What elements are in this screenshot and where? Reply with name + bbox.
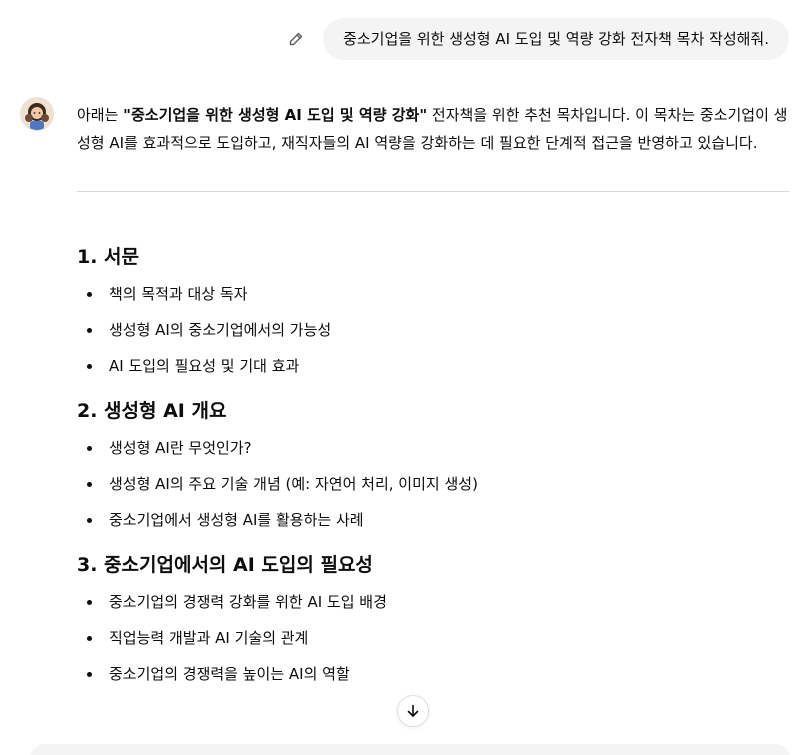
list-item-text: AI 도입의 필요성 및 기대 효과 bbox=[109, 357, 300, 375]
bullet-icon bbox=[87, 446, 92, 451]
list-item: 생성형 AI의 주요 기술 개념 (예: 자연어 처리, 이미지 생성) bbox=[77, 474, 789, 510]
bullet-icon bbox=[87, 328, 92, 333]
user-message-bubble: 중소기업을 위한 생성형 AI 도입 및 역량 강화 전자책 목차 작성해줘. bbox=[323, 18, 789, 60]
bullet-icon bbox=[87, 292, 92, 297]
list-item-text: 책의 목적과 대상 독자 bbox=[109, 285, 248, 303]
list-item: 중소기업의 경쟁력 강화를 위한 AI 도입 배경 bbox=[77, 592, 789, 628]
list-item: 중소기업에서 생성형 AI를 활용하는 사례 bbox=[77, 510, 789, 546]
list-item-text: 직업능력 개발과 AI 기술의 관계 bbox=[109, 629, 309, 647]
list-item-text: 중소기업의 경쟁력을 높이는 AI의 역할 bbox=[109, 665, 350, 683]
section-heading: 1. 서문 bbox=[77, 246, 140, 268]
chat-page: 중소기업을 위한 생성형 AI 도입 및 역량 강화 전자책 목차 작성해줘. … bbox=[0, 0, 799, 755]
bullet-icon bbox=[87, 672, 92, 677]
list-item: 직업능력 개발과 AI 기술의 관계 bbox=[77, 628, 789, 664]
section-list: 생성형 AI란 무엇인가? 생성형 AI의 주요 기술 개념 (예: 자연어 처… bbox=[77, 438, 789, 546]
user-message-row: 중소기업을 위한 생성형 AI 도입 및 역량 강화 전자책 목차 작성해줘. bbox=[287, 18, 789, 60]
bullet-icon bbox=[87, 482, 92, 487]
list-item: AI 도입의 필요성 및 기대 효과 bbox=[77, 356, 789, 392]
message-composer[interactable] bbox=[30, 744, 790, 755]
toc-section-3: 3. 중소기업에서의 AI 도입의 필요성 중소기업의 경쟁력 강화를 위한 A… bbox=[77, 552, 789, 700]
bullet-icon bbox=[87, 518, 92, 523]
divider bbox=[77, 191, 789, 192]
list-item-text: 생성형 AI의 중소기업에서의 가능성 bbox=[109, 321, 332, 339]
list-item-text: 중소기업의 경쟁력 강화를 위한 AI 도입 배경 bbox=[109, 593, 387, 611]
toc-section-1: 1. 서문 책의 목적과 대상 독자 생성형 AI의 중소기업에서의 가능성 A… bbox=[77, 244, 789, 392]
list-item: 생성형 AI란 무엇인가? bbox=[77, 438, 789, 474]
intro-text-start: 아래는 bbox=[77, 106, 124, 124]
scroll-to-bottom-button[interactable] bbox=[397, 695, 429, 727]
list-item: 생성형 AI의 중소기업에서의 가능성 bbox=[77, 320, 789, 356]
bullet-icon bbox=[87, 600, 92, 605]
assistant-avatar bbox=[20, 97, 54, 131]
arrow-down-icon bbox=[405, 703, 421, 719]
bullet-icon bbox=[87, 364, 92, 369]
list-item: 책의 목적과 대상 독자 bbox=[77, 284, 789, 320]
list-item: 중소기업의 경쟁력을 높이는 AI의 역할 bbox=[77, 664, 789, 700]
list-item-text: 생성형 AI란 무엇인가? bbox=[109, 439, 252, 457]
section-heading: 2. 생성형 AI 개요 bbox=[77, 400, 227, 422]
bullet-icon bbox=[87, 636, 92, 641]
list-item-text: 생성형 AI의 주요 기술 개념 (예: 자연어 처리, 이미지 생성) bbox=[109, 475, 478, 493]
intro-paragraph: 아래는 "중소기업을 위한 생성형 AI 도입 및 역량 강화" 전자책을 위한… bbox=[77, 101, 789, 157]
section-list: 중소기업의 경쟁력 강화를 위한 AI 도입 배경 직업능력 개발과 AI 기술… bbox=[77, 592, 789, 700]
list-item-text: 중소기업에서 생성형 AI를 활용하는 사례 bbox=[109, 511, 364, 529]
pencil-icon[interactable] bbox=[287, 30, 305, 48]
intro-book-title: "중소기업을 위한 생성형 AI 도입 및 역량 강화" bbox=[123, 106, 428, 124]
section-list: 책의 목적과 대상 독자 생성형 AI의 중소기업에서의 가능성 AI 도입의 … bbox=[77, 284, 789, 392]
assistant-message: 아래는 "중소기업을 위한 생성형 AI 도입 및 역량 강화" 전자책을 위한… bbox=[77, 101, 789, 700]
toc-section-2: 2. 생성형 AI 개요 생성형 AI란 무엇인가? 생성형 AI의 주요 기술… bbox=[77, 398, 789, 546]
section-heading: 3. 중소기업에서의 AI 도입의 필요성 bbox=[77, 554, 373, 576]
